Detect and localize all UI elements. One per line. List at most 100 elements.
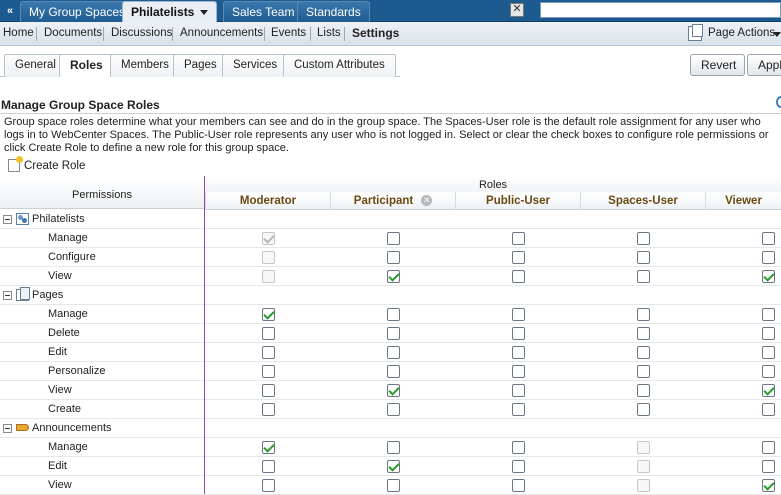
permission-checkbox-spaces-user[interactable] xyxy=(637,308,650,321)
apply-button[interactable]: Apply xyxy=(747,54,781,76)
column-header-public-user[interactable]: Public-User xyxy=(455,192,580,210)
permission-checkbox-spaces-user[interactable] xyxy=(637,346,650,359)
create-role-button[interactable]: Create Role xyxy=(8,156,85,175)
permission-checkbox-participant[interactable] xyxy=(387,346,400,359)
page-actions-menu[interactable]: Page Actions xyxy=(708,22,775,46)
permission-checkbox-public-user[interactable] xyxy=(512,327,525,340)
tab-my-group-spaces[interactable]: My Group Spaces xyxy=(20,1,135,22)
revert-button[interactable]: Revert xyxy=(690,54,745,76)
permission-checkbox-public-user[interactable] xyxy=(512,441,525,454)
permission-checkbox-spaces-user[interactable] xyxy=(637,327,650,340)
tab-standards[interactable]: Standards xyxy=(297,1,370,22)
permission-checkbox-participant[interactable] xyxy=(387,441,400,454)
column-header-moderator[interactable]: Moderator xyxy=(205,192,330,210)
permission-checkbox-participant[interactable] xyxy=(387,327,400,340)
permission-group-row: Announcements xyxy=(0,419,781,438)
permission-checkbox-spaces-user[interactable] xyxy=(637,232,650,245)
role-label: Moderator xyxy=(239,195,297,207)
search-input[interactable] xyxy=(540,2,781,18)
permission-checkbox-public-user[interactable] xyxy=(512,270,525,283)
permission-checkbox-moderator[interactable] xyxy=(262,365,275,378)
permission-checkbox-public-user[interactable] xyxy=(512,346,525,359)
collapse-icon[interactable] xyxy=(3,215,12,224)
permission-checkbox-spaces-user[interactable] xyxy=(637,403,650,416)
permission-checkbox-spaces-user[interactable] xyxy=(637,384,650,397)
permission-checkbox-public-user[interactable] xyxy=(512,365,525,378)
permission-checkbox-viewer[interactable] xyxy=(762,460,775,473)
nav-announcements[interactable]: Announcements xyxy=(180,22,263,46)
permission-checkbox-participant[interactable] xyxy=(387,403,400,416)
permission-checkbox-spaces-user[interactable] xyxy=(637,251,650,264)
permission-checkbox-spaces-user[interactable] xyxy=(637,270,650,283)
nav-lists[interactable]: Lists xyxy=(317,22,341,46)
chevron-down-icon[interactable] xyxy=(200,10,209,16)
permission-checkbox-participant[interactable] xyxy=(387,460,400,473)
permission-checkbox-public-user[interactable] xyxy=(512,479,525,492)
subtab-roles[interactable]: Roles xyxy=(59,54,114,77)
permission-checkbox-viewer[interactable] xyxy=(762,251,775,264)
subtab-general[interactable]: General xyxy=(4,54,67,77)
permission-checkbox-viewer[interactable] xyxy=(762,346,775,359)
permission-checkbox-viewer[interactable] xyxy=(762,327,775,340)
permission-checkbox-participant[interactable] xyxy=(387,232,400,245)
permission-label: Create xyxy=(48,403,82,415)
collapse-icon[interactable] xyxy=(3,424,12,433)
permission-checkbox-participant[interactable] xyxy=(387,270,400,283)
permission-checkbox-public-user[interactable] xyxy=(512,384,525,397)
help-icon[interactable] xyxy=(776,96,781,108)
nav-settings[interactable]: Settings xyxy=(352,22,399,46)
permission-checkbox-public-user[interactable] xyxy=(512,308,525,321)
subtab-custom-attributes[interactable]: Custom Attributes xyxy=(283,54,396,77)
permission-checkbox-public-user[interactable] xyxy=(512,232,525,245)
permission-checkbox-viewer[interactable] xyxy=(762,365,775,378)
permission-checkbox-public-user[interactable] xyxy=(512,403,525,416)
permission-checkbox-moderator[interactable] xyxy=(262,441,275,454)
subtab-services[interactable]: Services xyxy=(222,54,289,77)
column-header-viewer[interactable]: Viewer xyxy=(705,192,781,210)
subtab-members[interactable]: Members xyxy=(110,54,180,77)
permission-checkbox-moderator[interactable] xyxy=(262,346,275,359)
scroll-left-icon[interactable]: « xyxy=(0,0,20,22)
permission-checkbox-moderator[interactable] xyxy=(262,327,275,340)
permission-checkbox-moderator[interactable] xyxy=(262,479,275,492)
nav-discussions[interactable]: Discussions xyxy=(111,22,172,46)
permission-checkbox-viewer[interactable] xyxy=(762,479,775,492)
permission-checkbox-spaces-user[interactable] xyxy=(637,365,650,378)
tab-sales-team[interactable]: Sales Team xyxy=(223,1,304,22)
permission-checkbox-moderator[interactable] xyxy=(262,403,275,416)
permission-checkbox-viewer[interactable] xyxy=(762,441,775,454)
permission-checkbox-moderator[interactable] xyxy=(262,308,275,321)
permission-checkbox-moderator[interactable] xyxy=(262,460,275,473)
permission-label: Edit xyxy=(48,346,67,358)
nav-events[interactable]: Events xyxy=(271,22,306,46)
permission-checkbox-participant[interactable] xyxy=(387,308,400,321)
collapse-icon[interactable] xyxy=(3,291,12,300)
subtab-pages[interactable]: Pages xyxy=(173,54,228,77)
permission-checkbox-public-user[interactable] xyxy=(512,251,525,264)
delete-role-icon[interactable]: ✕ xyxy=(421,195,433,207)
permission-checkbox-viewer[interactable] xyxy=(762,232,775,245)
permission-checkbox-participant[interactable] xyxy=(387,251,400,264)
tab-philatelists[interactable]: Philatelists xyxy=(122,1,218,22)
permission-checkbox-moderator xyxy=(262,251,275,264)
permission-checkbox-viewer[interactable] xyxy=(762,403,775,416)
permission-checkbox-viewer[interactable] xyxy=(762,270,775,283)
permission-checkbox-participant[interactable] xyxy=(387,479,400,492)
permissions-header-label: Permissions xyxy=(72,189,132,201)
permission-checkbox-participant[interactable] xyxy=(387,384,400,397)
permission-checkbox-participant[interactable] xyxy=(387,365,400,378)
column-header-spaces-user[interactable]: Spaces-User xyxy=(580,192,705,210)
chevron-down-icon[interactable] xyxy=(773,32,781,37)
permission-checkbox-moderator[interactable] xyxy=(262,384,275,397)
nav-documents[interactable]: Documents xyxy=(44,22,102,46)
permission-checkbox-viewer[interactable] xyxy=(762,308,775,321)
nav-home[interactable]: Home xyxy=(3,22,34,46)
column-divider xyxy=(204,176,205,494)
page-actions-icon[interactable] xyxy=(688,24,703,41)
column-header-participant[interactable]: Participant ✕ xyxy=(330,192,455,210)
permission-checkbox-public-user[interactable] xyxy=(512,460,525,473)
permission-row: Personalize xyxy=(0,362,781,381)
close-icon[interactable]: ✕ xyxy=(510,3,524,17)
permission-label: View xyxy=(48,384,72,396)
permission-checkbox-viewer[interactable] xyxy=(762,384,775,397)
